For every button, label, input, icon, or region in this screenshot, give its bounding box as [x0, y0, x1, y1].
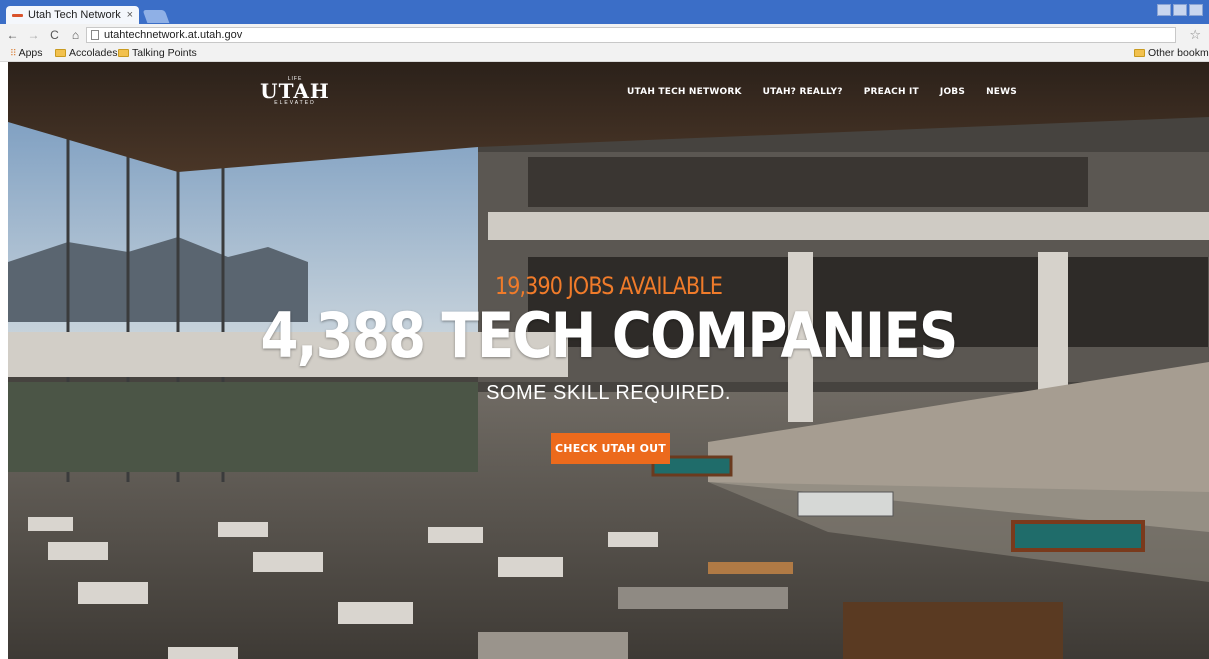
maximize-icon[interactable] [1189, 4, 1203, 16]
tab-title: Utah Tech Network | [28, 9, 122, 21]
bookmark-accolades[interactable]: Accolades [55, 47, 117, 59]
folder-icon [1134, 49, 1145, 57]
hero-headline: 4,388 TECH COMPANIES [260, 299, 958, 372]
bookmark-label: Accolades [69, 47, 118, 59]
hero-subline: SOME SKILL REQUIRED. [486, 382, 731, 404]
nav-utah-tech-network[interactable]: UTAH TECH NETWORK [627, 87, 742, 97]
main-nav: UTAH TECH NETWORK UTAH? REALLY? PREACH I… [627, 87, 1017, 97]
forward-icon[interactable]: → [27, 28, 40, 42]
favicon-icon [12, 13, 23, 17]
hero-section: LIFE UTAH ELEVATED UTAH TECH NETWORK UTA… [8, 62, 1209, 659]
bookmark-label: Apps [18, 47, 43, 59]
nav-utah-really[interactable]: UTAH? REALLY? [763, 87, 843, 97]
bookmark-label: Other bookma [1148, 47, 1209, 59]
new-tab-button[interactable] [142, 10, 170, 23]
window-controls [1157, 4, 1203, 16]
browser-tabstrip: Utah Tech Network | × [0, 0, 1209, 24]
bookmark-label: Talking Points [132, 47, 197, 59]
tab-close-icon[interactable]: × [127, 9, 133, 21]
user-icon[interactable] [1157, 4, 1171, 16]
back-icon[interactable]: ← [6, 28, 19, 42]
bookmark-star-icon[interactable]: ☆ [1189, 27, 1201, 43]
bookmarks-bar: ⠿ Apps Accolades Talking Points Other bo… [0, 46, 1209, 62]
minimize-icon[interactable] [1173, 4, 1187, 16]
browser-toolbar: ← → C ⌂ utahtechnetwork.at.utah.gov ☆ [0, 24, 1209, 46]
nav-jobs[interactable]: JOBS [940, 87, 965, 97]
home-icon[interactable]: ⌂ [69, 28, 82, 42]
folder-icon [55, 49, 66, 57]
logo-name: UTAH [260, 79, 330, 103]
reload-icon[interactable]: C [48, 28, 61, 42]
utah-logo[interactable]: LIFE UTAH ELEVATED [260, 76, 330, 106]
check-utah-out-button[interactable]: CHECK UTAH OUT [551, 433, 670, 464]
bookmark-talking-points[interactable]: Talking Points [118, 47, 197, 59]
nav-news[interactable]: NEWS [986, 87, 1017, 97]
nav-preach-it[interactable]: PREACH IT [864, 87, 919, 97]
page-icon [91, 30, 99, 40]
bookmark-other[interactable]: Other bookma [1134, 47, 1209, 59]
jobs-available-text: 19,390 JOBS AVAILABLE [494, 272, 723, 300]
address-bar[interactable]: utahtechnetwork.at.utah.gov [86, 27, 1176, 43]
apps-icon: ⠿ [10, 47, 17, 58]
url-text: utahtechnetwork.at.utah.gov [104, 29, 243, 41]
folder-icon [118, 49, 129, 57]
bookmark-apps[interactable]: ⠿ Apps [10, 47, 43, 59]
browser-tab[interactable]: Utah Tech Network | × [6, 6, 139, 24]
